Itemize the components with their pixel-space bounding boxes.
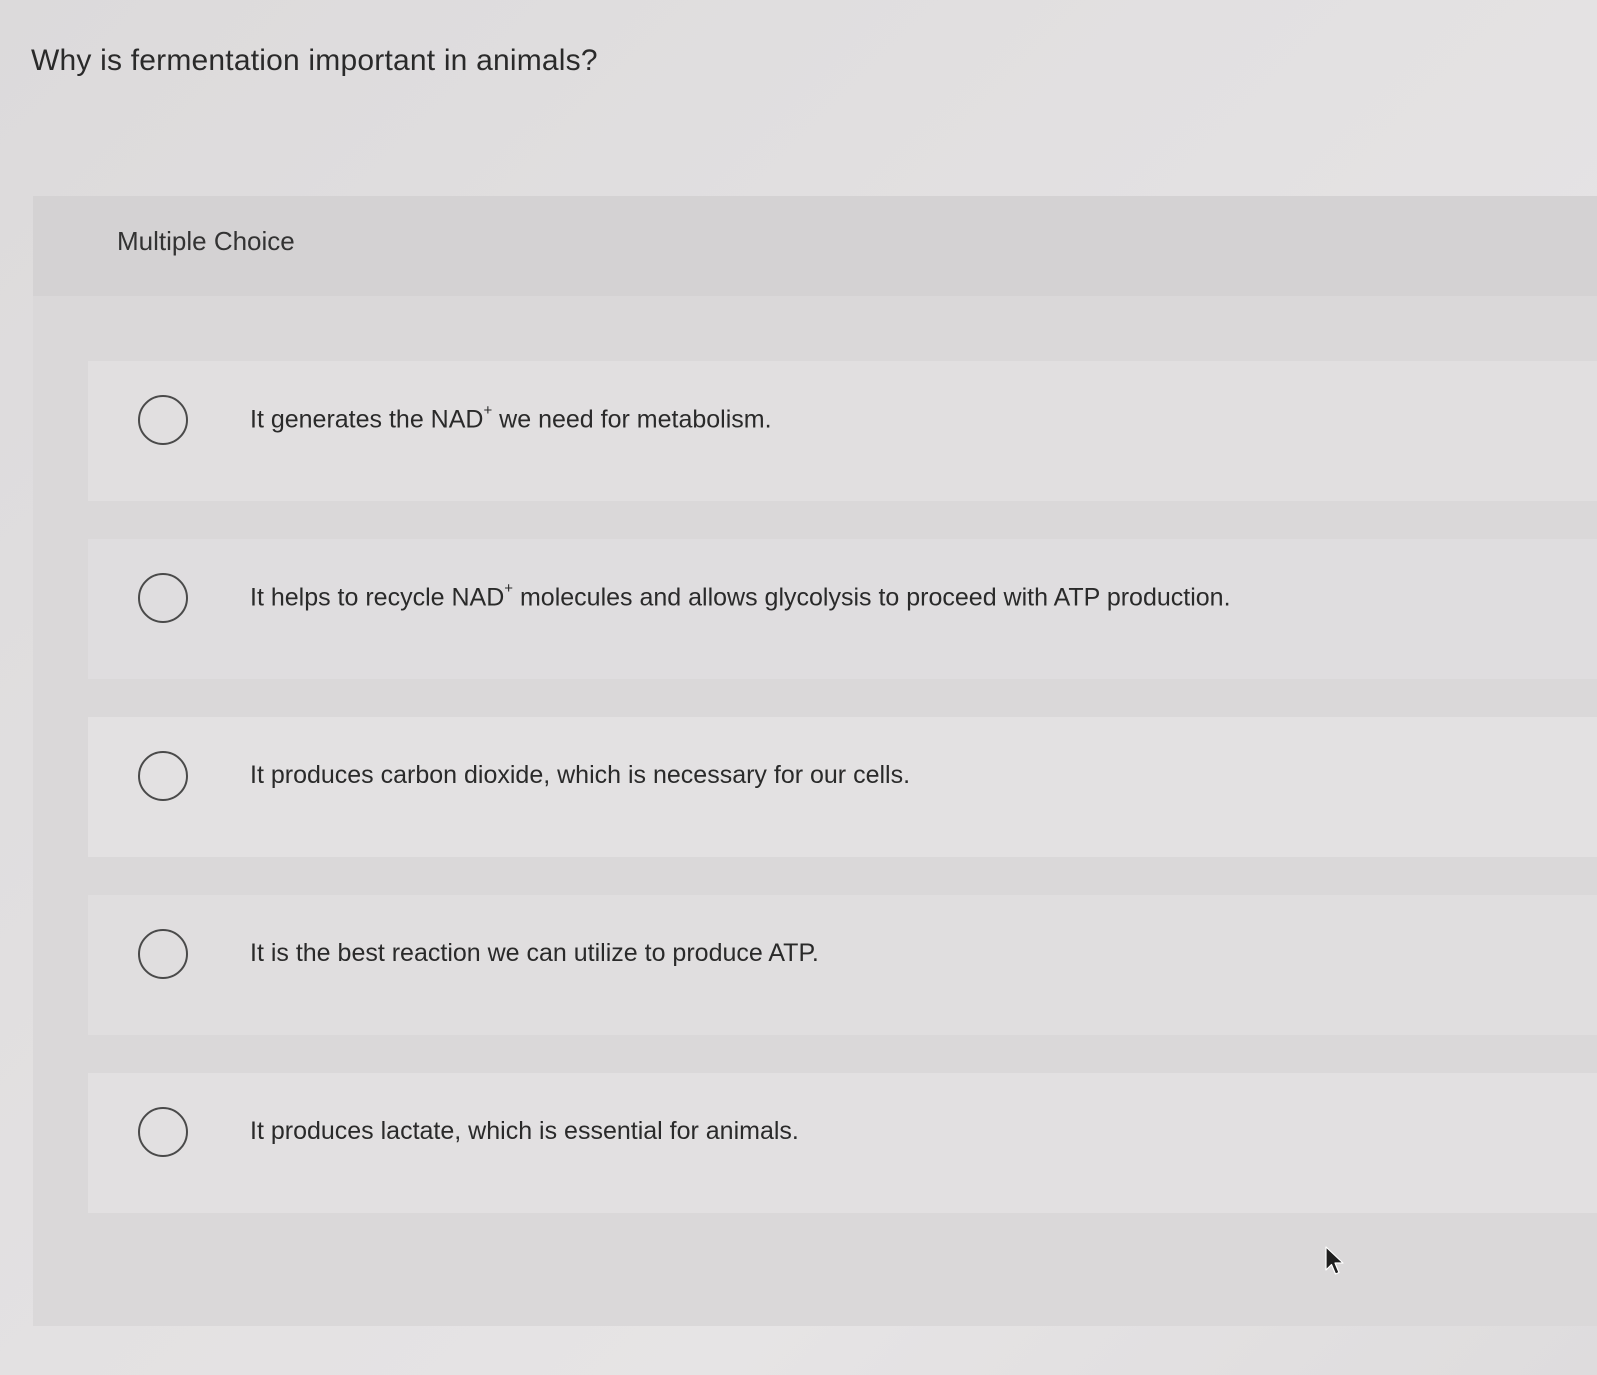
panel-header: Multiple Choice: [33, 196, 1597, 296]
answer-option-label: It generates the NAD+ we need for metabo…: [250, 402, 772, 434]
radio-unchecked-icon[interactable]: [138, 1107, 188, 1157]
radio-unchecked-icon[interactable]: [138, 395, 188, 445]
answer-option-label: It is the best reaction we can utilize t…: [250, 939, 819, 967]
radio-unchecked-icon[interactable]: [138, 751, 188, 801]
radio-unchecked-icon[interactable]: [138, 573, 188, 623]
answer-option-2[interactable]: It helps to recycle NAD+ molecules and a…: [88, 539, 1597, 679]
answer-option-label: It produces carbon dioxide, which is nec…: [250, 761, 911, 789]
radio-unchecked-icon[interactable]: [138, 929, 188, 979]
question-text: Why is fermentation important in animals…: [31, 44, 598, 77]
answer-option-label: It produces lactate, which is essential …: [250, 1117, 799, 1145]
answer-options-list: It generates the NAD+ we need for metabo…: [88, 361, 1597, 1251]
answer-option-label: It helps to recycle NAD+ molecules and a…: [250, 580, 1231, 612]
mouse-pointer-icon: [1325, 1246, 1344, 1275]
answer-option-5[interactable]: It produces lactate, which is essential …: [88, 1073, 1597, 1213]
answer-option-4[interactable]: It is the best reaction we can utilize t…: [88, 895, 1597, 1035]
answer-option-3[interactable]: It produces carbon dioxide, which is nec…: [88, 717, 1597, 857]
answer-option-1[interactable]: It generates the NAD+ we need for metabo…: [88, 361, 1597, 501]
multiple-choice-panel: Multiple Choice It generates the NAD+ we…: [33, 196, 1597, 1326]
question-type-label: Multiple Choice: [117, 226, 295, 256]
